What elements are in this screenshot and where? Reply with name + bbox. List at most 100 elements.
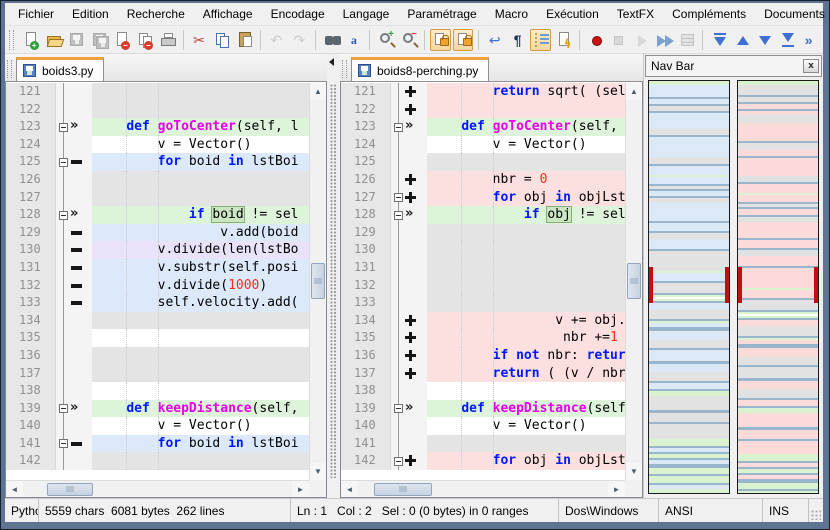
code-line-131[interactable]: 131: [341, 259, 625, 277]
fold-margin[interactable]: [56, 294, 92, 312]
navbar-minimap-left[interactable]: [648, 80, 730, 494]
code-line-131[interactable]: 131 v.substr(self.posi: [6, 259, 309, 277]
fold-margin[interactable]: [56, 382, 92, 400]
code-text[interactable]: for obj in objLst: [427, 452, 625, 470]
code-line-134[interactable]: 134: [6, 312, 309, 330]
toolbar-overflow-button[interactable]: »: [798, 29, 819, 51]
code-line-128[interactable]: 128» if boid != sel: [6, 206, 309, 224]
indent-guide-button[interactable]: [530, 29, 551, 51]
navbar-minimap-right[interactable]: [737, 80, 819, 494]
zoom-in-button[interactable]: +: [375, 29, 396, 51]
scroll-up-icon[interactable]: ▲: [626, 83, 642, 100]
copy-button[interactable]: [211, 29, 232, 51]
code-text[interactable]: [427, 224, 625, 242]
code-line-129[interactable]: 129: [341, 224, 625, 242]
fold-collapse-icon[interactable]: [59, 404, 68, 413]
code-line-122[interactable]: 122: [6, 101, 309, 119]
vertical-scrollbar-left[interactable]: ▲ ▼: [309, 83, 326, 480]
code-text[interactable]: [427, 277, 625, 295]
code-text[interactable]: [427, 241, 625, 259]
code-line-135[interactable]: 135 nbr +=1: [341, 329, 625, 347]
fold-collapse-icon[interactable]: [59, 211, 68, 220]
code-text[interactable]: if obj != sel: [427, 206, 625, 224]
menu-item-fichier[interactable]: Fichier: [9, 4, 63, 24]
code-line-124[interactable]: 124 v = Vector(): [341, 136, 625, 154]
fold-margin[interactable]: [391, 136, 427, 154]
code-line-135[interactable]: 135: [6, 329, 309, 347]
fold-margin[interactable]: »: [391, 400, 427, 418]
cut-button[interactable]: ✂: [189, 29, 210, 51]
horizontal-scrollbar-left[interactable]: ◄ ►: [6, 480, 309, 497]
vertical-scrollbar-right[interactable]: ▲ ▼: [625, 83, 642, 480]
zoom-out-button[interactable]: −: [398, 29, 419, 51]
code-text[interactable]: [92, 171, 309, 189]
close-file-button[interactable]: −: [111, 29, 132, 51]
code-text[interactable]: if boid != sel: [92, 206, 309, 224]
horizontal-scrollbar-right[interactable]: ◄ ►: [341, 480, 625, 497]
redo-button[interactable]: ↷: [289, 29, 310, 51]
code-text[interactable]: v = Vector(): [427, 136, 625, 154]
new-file-button[interactable]: +: [20, 29, 41, 51]
code-text[interactable]: v.divide(1000): [92, 277, 309, 295]
code-text[interactable]: [427, 101, 625, 119]
code-line-142[interactable]: 142 for obj in objLst: [341, 452, 625, 470]
fold-margin[interactable]: [56, 171, 92, 189]
fold-margin[interactable]: [56, 347, 92, 365]
menu-item-macro[interactable]: Macro: [486, 4, 537, 24]
show-all-characters-button[interactable]: ¶: [507, 29, 528, 51]
fold-margin[interactable]: [56, 452, 92, 470]
collapse-left-icon[interactable]: [329, 58, 334, 66]
code-line-123[interactable]: 123» def goToCenter(self,: [341, 118, 625, 136]
code-text[interactable]: def goToCenter(self, l: [92, 118, 309, 136]
code-text[interactable]: for obj in objLst: [427, 189, 625, 207]
scroll-right-icon[interactable]: ►: [292, 481, 309, 498]
code-line-130[interactable]: 130 v.divide(len(lstBo: [6, 241, 309, 259]
compare-prev-diff-button[interactable]: [731, 29, 752, 51]
fold-margin[interactable]: [56, 241, 92, 259]
fold-margin[interactable]: »: [56, 118, 92, 136]
code-text[interactable]: [427, 153, 625, 171]
scroll-right-icon[interactable]: ►: [608, 481, 625, 498]
menu-item-parametrage[interactable]: Paramétrage: [398, 4, 485, 24]
code-text[interactable]: [92, 365, 309, 383]
code-text[interactable]: [92, 312, 309, 330]
code-line-121[interactable]: 121 return sqrt( (sel: [341, 83, 625, 101]
save-button[interactable]: [65, 29, 86, 51]
toolbar-grip[interactable]: [9, 30, 14, 50]
code-text[interactable]: v.add(boid: [92, 224, 309, 242]
menu-item-affichage[interactable]: Affichage: [194, 4, 262, 24]
macro-play-button[interactable]: [630, 29, 651, 51]
fold-margin[interactable]: [56, 224, 92, 242]
fold-margin[interactable]: »: [56, 400, 92, 418]
code-text[interactable]: [92, 382, 309, 400]
code-text[interactable]: v.divide(len(lstBo: [92, 241, 309, 259]
save-all-button[interactable]: [88, 29, 109, 51]
code-line-125[interactable]: 125: [341, 153, 625, 171]
fold-margin[interactable]: [56, 153, 92, 171]
code-line-138[interactable]: 138: [6, 382, 309, 400]
fold-collapse-icon[interactable]: [394, 211, 403, 220]
tabbar-grip[interactable]: [7, 60, 12, 78]
code-text[interactable]: return ( (v / nbr: [427, 365, 625, 383]
macro-stop-button[interactable]: [607, 29, 628, 51]
code-text[interactable]: [427, 294, 625, 312]
fold-margin[interactable]: »: [391, 206, 427, 224]
menu-item-edition[interactable]: Edition: [63, 4, 118, 24]
fold-margin[interactable]: [391, 329, 427, 347]
code-line-126[interactable]: 126 nbr = 0: [341, 171, 625, 189]
fold-margin[interactable]: [56, 189, 92, 207]
compare-last-diff-button[interactable]: [776, 29, 797, 51]
fold-margin[interactable]: [391, 312, 427, 330]
fold-margin[interactable]: [391, 83, 427, 101]
code-line-126[interactable]: 126: [6, 171, 309, 189]
code-text[interactable]: [92, 189, 309, 207]
code-line-133[interactable]: 133 self.velocity.add(: [6, 294, 309, 312]
fold-margin[interactable]: »: [391, 118, 427, 136]
tab-boids3[interactable]: boids3.py: [16, 57, 104, 81]
fold-collapse-icon[interactable]: [59, 158, 68, 167]
code-line-139[interactable]: 139» def keepDistance(self,: [6, 400, 309, 418]
code-text[interactable]: for boid in lstBoi: [92, 435, 309, 453]
code-text[interactable]: if not nbr: retur: [427, 347, 625, 365]
code-text[interactable]: def keepDistance(self,: [92, 400, 309, 418]
code-line-141[interactable]: 141 for boid in lstBoi: [6, 435, 309, 453]
